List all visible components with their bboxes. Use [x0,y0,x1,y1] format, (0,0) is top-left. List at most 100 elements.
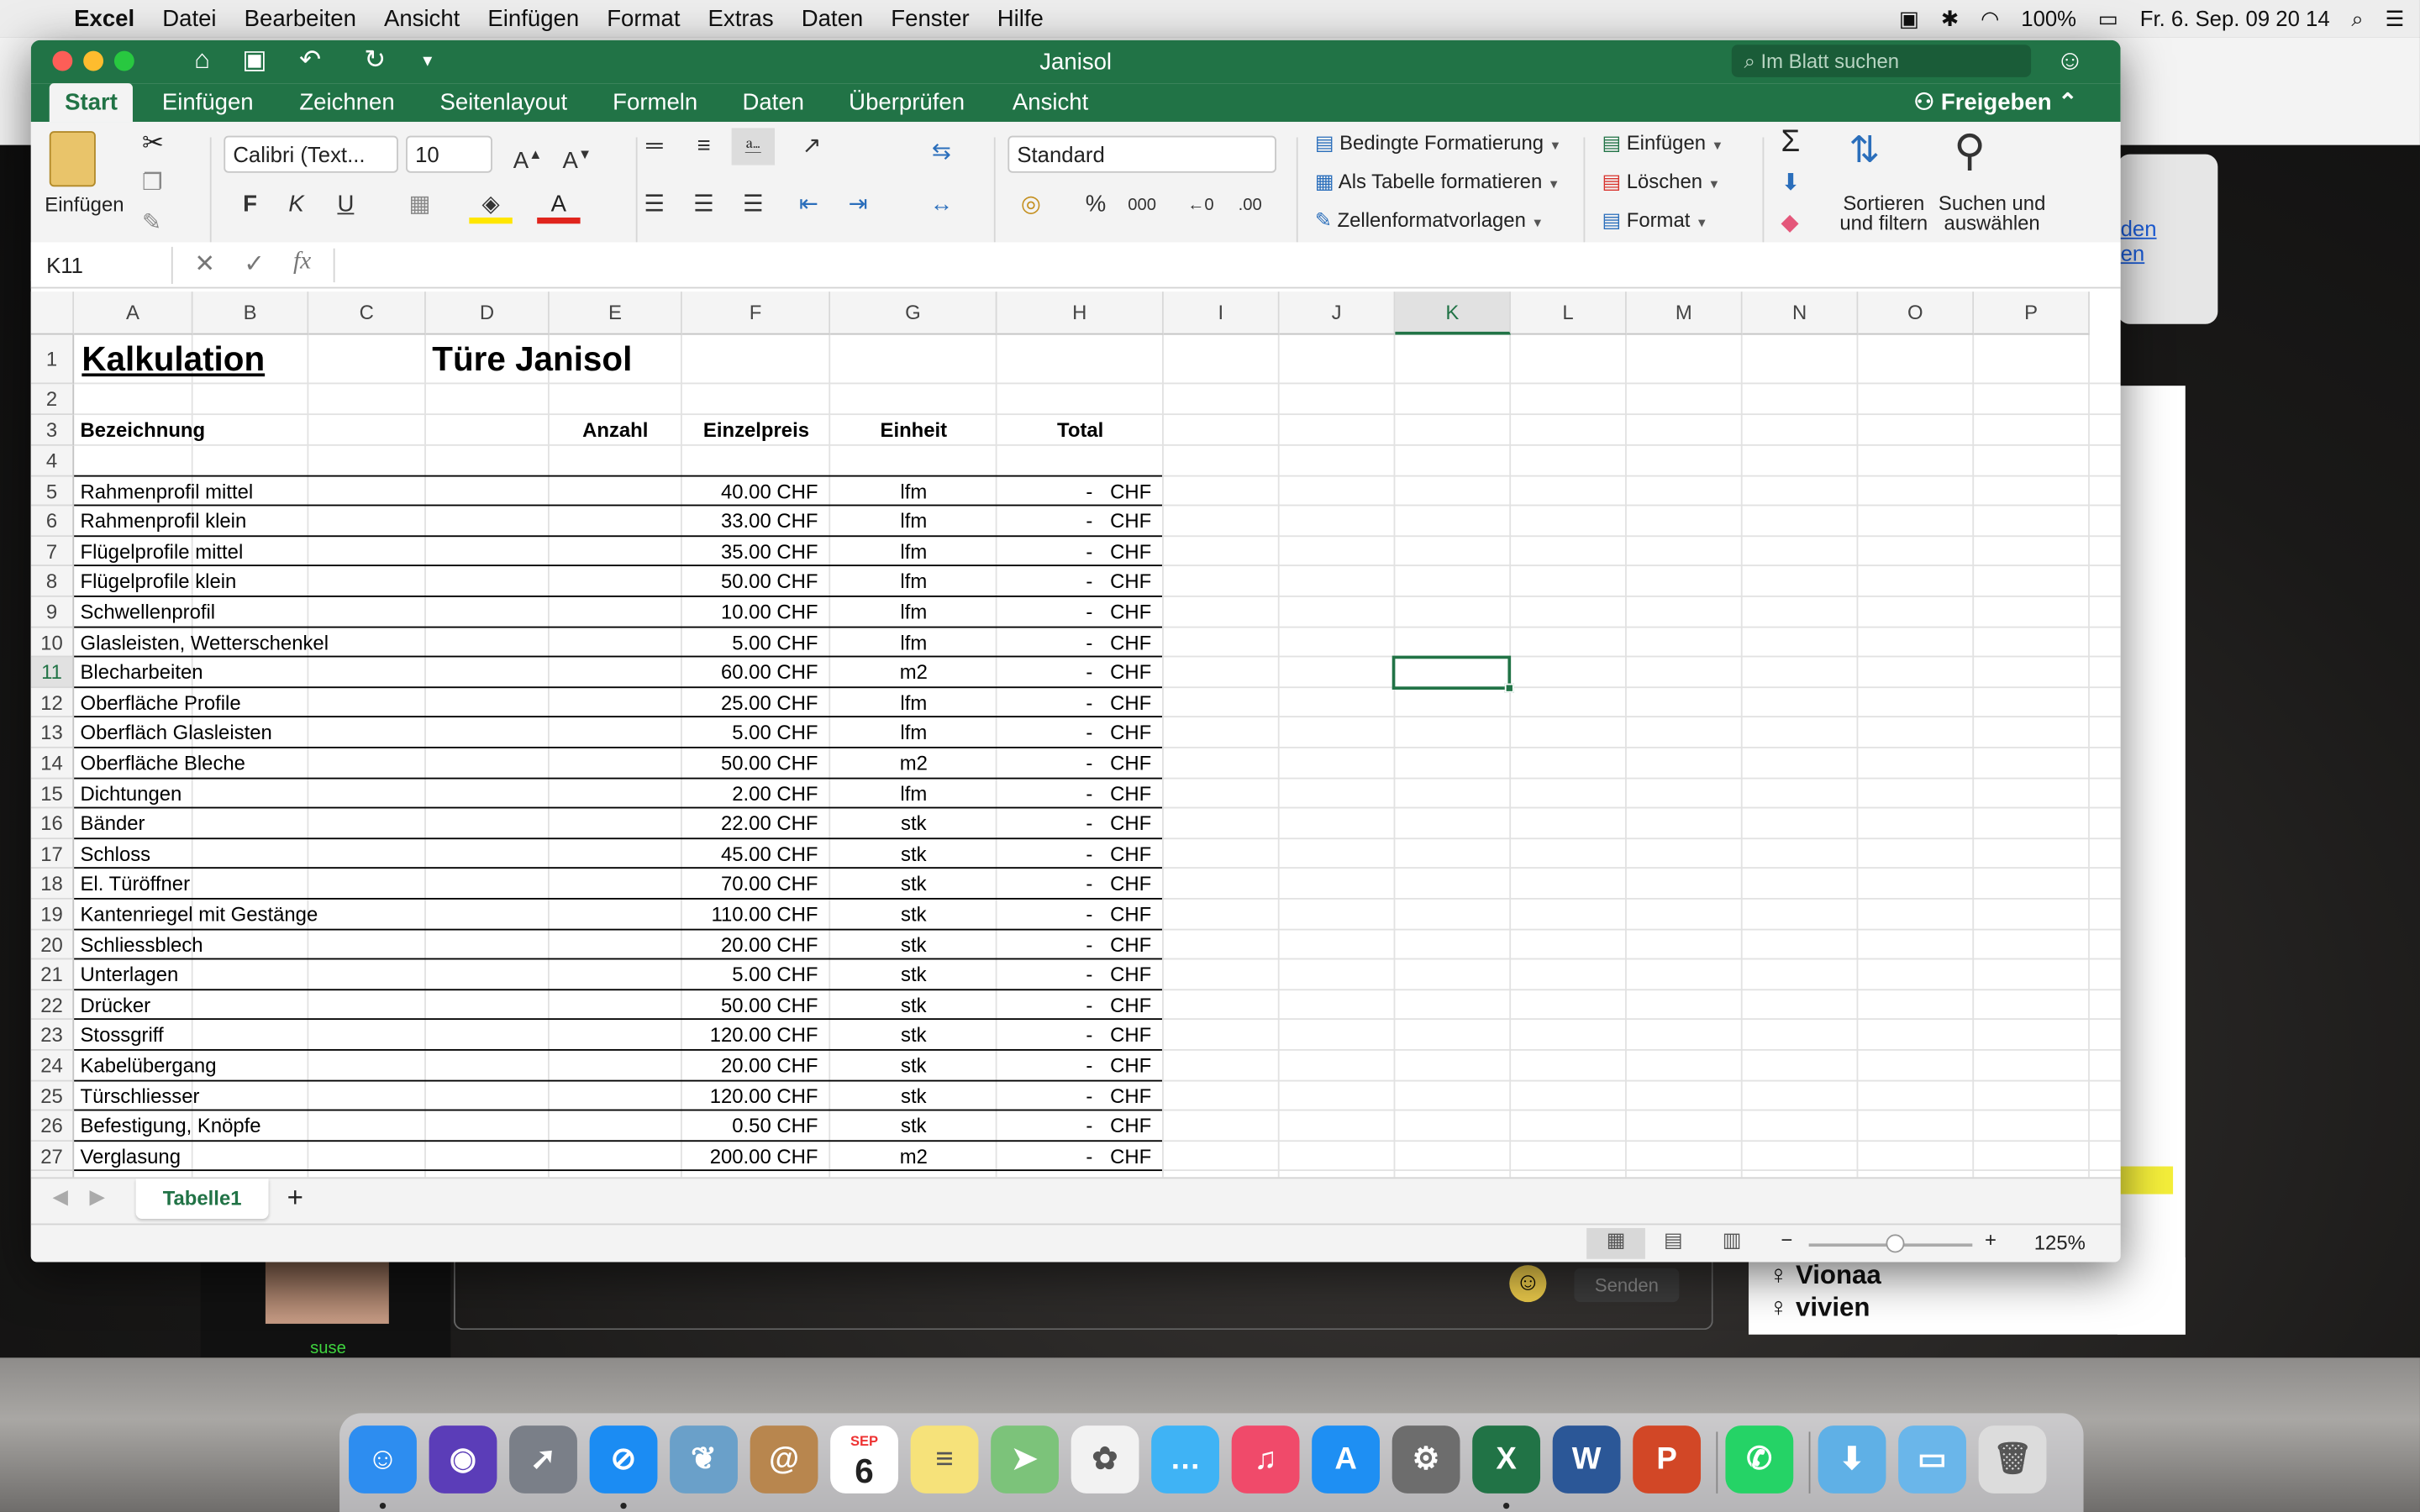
menu-item-hilfe[interactable]: Hilfe [983,5,1057,31]
fill-color-icon[interactable]: ◈ [469,186,513,224]
siri-icon[interactable]: ◉ [429,1425,497,1494]
row-header[interactable]: 6 [30,506,75,537]
font-color-icon[interactable]: A [537,186,581,224]
maps-icon[interactable]: ➤ [991,1425,1059,1494]
item-unit[interactable]: stk [830,839,997,869]
item-price[interactable]: 22.00 CHF [682,809,818,839]
row-header[interactable]: 12 [30,687,75,718]
item-currency[interactable]: CHF [1099,1051,1151,1081]
preview-icon[interactable]: ❦ [670,1425,738,1494]
clock[interactable]: Fr. 6. Sep. 09 20 14 [2140,6,2330,30]
insert-cells-button[interactable]: ▤ Einfügen ▼ [1602,131,1723,155]
screen-share-icon[interactable]: ▣ [1899,5,1919,31]
sheet-tab[interactable]: Tabelle1 [135,1179,269,1219]
row-header[interactable]: 15 [30,778,75,809]
conditional-formatting-button[interactable]: ▤ Bedingte Formatierung ▼ [1315,131,1561,155]
row-header[interactable]: 1 [30,334,75,385]
item-unit[interactable]: m2 [830,748,997,779]
item-price[interactable]: 50.00 CHF [682,567,818,597]
sort-filter-icon[interactable]: ⇅ [1849,128,1880,172]
column-header-p[interactable]: P [1974,291,2090,335]
accounting-format-icon[interactable]: ◎ [1009,186,1052,223]
item-price[interactable]: 110.00 CHF [682,900,818,930]
row-header[interactable]: 4 [30,445,75,476]
function-icon[interactable]: fx [293,249,311,276]
menu-item-bearbeiten[interactable]: Bearbeiten [230,5,370,31]
item-unit[interactable]: stk [830,809,997,839]
normal-view-icon[interactable]: ▦ [1586,1228,1645,1259]
item-name[interactable]: Schwellenprofil [81,597,435,627]
header-total[interactable]: Total [997,415,1164,446]
item-total[interactable]: - [997,476,1092,507]
column-header-g[interactable]: G [830,291,997,335]
item-total[interactable]: - [997,930,1092,960]
header-einheit[interactable]: Einheit [830,415,997,446]
powerpoint-icon[interactable]: P [1633,1425,1702,1494]
column-header-e[interactable]: E [549,291,682,335]
delete-cells-button[interactable]: ▤ Löschen ▼ [1602,170,1720,194]
fill-handle[interactable] [1504,683,1514,693]
background-link[interactable]: den [2121,216,2157,240]
item-price[interactable]: 120.00 CHF [682,1081,818,1111]
item-name[interactable]: Bänder [81,809,435,839]
page-break-view-icon[interactable]: ▥ [1723,1228,1742,1252]
item-currency[interactable]: CHF [1099,718,1151,748]
item-total[interactable]: - [997,900,1092,930]
prev-sheet-icon[interactable]: ◀ [52,1185,67,1210]
row-header[interactable]: 13 [30,717,75,748]
format-cells-button[interactable]: ▤ Format ▼ [1602,208,1707,233]
menu-item-fenster[interactable]: Fenster [877,5,983,31]
documents-folder-icon[interactable]: ▭ [1898,1425,1966,1494]
zoom-in-icon[interactable]: + [1985,1228,1996,1252]
item-total[interactable]: - [997,990,1092,1021]
clear-icon[interactable]: ◆ [1781,208,1799,236]
align-left-icon[interactable]: ☰ [633,186,676,223]
row-header[interactable]: 16 [30,808,75,839]
menu-item-daten[interactable]: Daten [787,5,877,31]
menu-item-extras[interactable]: Extras [694,5,787,31]
music-icon[interactable]: ♫ [1231,1425,1300,1494]
item-name[interactable]: Rahmenprofil mittel [81,476,435,507]
chat-user[interactable]: ♀ Vionaa [1769,1261,1881,1292]
number-format-select[interactable]: Standard [1007,135,1276,173]
item-currency[interactable]: CHF [1099,688,1151,718]
add-sheet-icon[interactable]: + [287,1182,303,1215]
align-top-icon[interactable]: ═ [633,128,676,165]
row-header[interactable]: 27 [30,1141,75,1172]
copy-icon[interactable]: ❐ [142,168,163,196]
menu-item-datei[interactable]: Datei [149,5,230,31]
item-currency[interactable]: CHF [1099,930,1151,960]
item-currency[interactable]: CHF [1099,1111,1151,1142]
item-currency[interactable]: CHF [1099,748,1151,779]
item-currency[interactable]: CHF [1099,1021,1151,1051]
item-total[interactable]: - [997,779,1092,809]
bold-button[interactable]: F [229,186,271,223]
format-painter-icon[interactable]: ✎ [142,208,161,236]
column-header-n[interactable]: N [1742,291,1859,335]
battery-percent[interactable]: 100% [2021,6,2076,30]
header-anzahl[interactable]: Anzahl [550,415,648,446]
item-price[interactable]: 33.00 CHF [682,507,818,537]
item-unit[interactable]: m2 [830,658,997,688]
item-name[interactable]: Glasleisten, Wetterschenkel [81,627,435,658]
borders-icon[interactable]: ▦ [398,186,441,223]
item-price[interactable]: 200.00 CHF [682,1142,818,1172]
align-middle-icon[interactable]: ≡ [682,128,725,165]
item-unit[interactable]: stk [830,1111,997,1142]
item-name[interactable]: El. Türöffner [81,869,435,900]
tab-zeichnen[interactable]: Zeichnen [284,83,410,122]
row-header[interactable]: 5 [30,475,75,507]
item-unit[interactable]: stk [830,990,997,1021]
item-unit[interactable]: stk [830,900,997,930]
safari-icon[interactable]: ⊘ [589,1425,658,1494]
calendar-icon[interactable]: SEP 6 [830,1425,898,1494]
item-price[interactable]: 70.00 CHF [682,869,818,900]
row-header[interactable]: 21 [30,959,75,990]
messages-icon[interactable]: … [1151,1425,1219,1494]
item-unit[interactable]: stk [830,1021,997,1051]
photos-icon[interactable]: ✿ [1071,1425,1139,1494]
row-header[interactable]: 17 [30,838,75,869]
item-total[interactable]: - [997,537,1092,567]
item-name[interactable]: Oberfläche Bleche [81,748,435,779]
item-price[interactable]: 0.50 CHF [682,1111,818,1142]
